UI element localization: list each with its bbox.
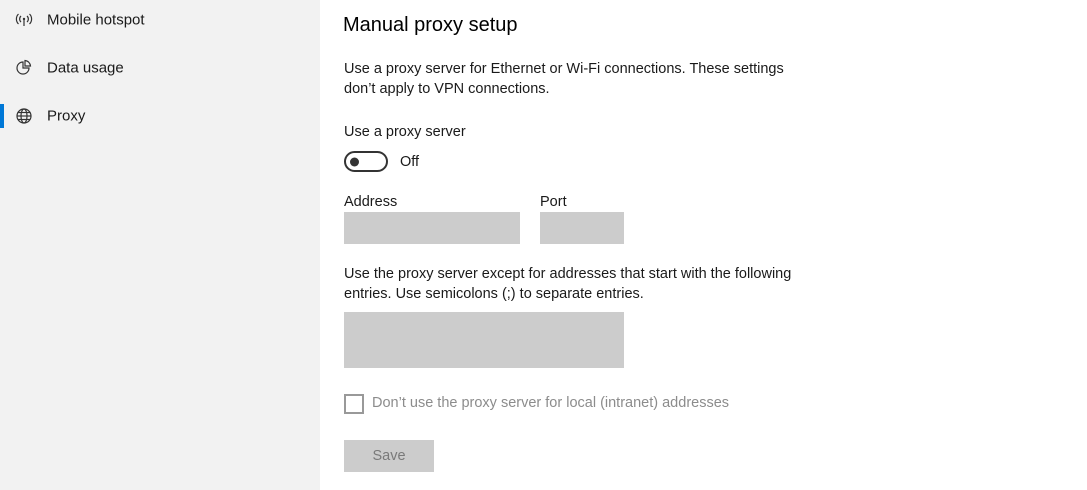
sidebar-item-label: Proxy	[47, 107, 86, 125]
globe-icon	[15, 107, 33, 125]
local-bypass-checkbox[interactable]	[344, 394, 364, 414]
sidebar-item-proxy[interactable]: Proxy	[0, 96, 320, 136]
data-usage-icon	[15, 59, 33, 77]
port-label: Port	[540, 194, 567, 210]
toggle-state-text: Off	[400, 154, 420, 170]
proxy-description: Use a proxy server for Ethernet or Wi-Fi…	[344, 61, 784, 97]
selected-indicator	[0, 104, 4, 128]
local-bypass-label: Don’t use the proxy server for local (in…	[372, 395, 730, 411]
settings-window: Mobile hotspot Data usage Proxy Manual p…	[0, 0, 1087, 490]
exceptions-input[interactable]	[344, 312, 624, 368]
sidebar-item-mobile-hotspot[interactable]: Mobile hotspot	[0, 0, 320, 40]
exceptions-description: Use the proxy server except for addresse…	[344, 266, 792, 302]
address-label: Address	[344, 194, 398, 210]
sidebar-item-data-usage[interactable]: Data usage	[0, 48, 320, 88]
save-button[interactable]: Save	[344, 440, 434, 472]
sidebar-item-label: Data usage	[47, 59, 124, 77]
address-input[interactable]	[344, 212, 520, 244]
mobile-hotspot-icon	[15, 11, 33, 29]
use-proxy-label: Use a proxy server	[344, 124, 466, 140]
use-proxy-toggle[interactable]	[344, 151, 388, 172]
sidebar: Mobile hotspot Data usage Proxy	[0, 0, 320, 490]
sidebar-item-label: Mobile hotspot	[47, 11, 145, 29]
port-input[interactable]	[540, 212, 624, 244]
page-title: Manual proxy setup	[343, 14, 518, 36]
toggle-knob	[350, 157, 359, 166]
main-content: Manual proxy setup Use a proxy server fo…	[320, 0, 1087, 490]
